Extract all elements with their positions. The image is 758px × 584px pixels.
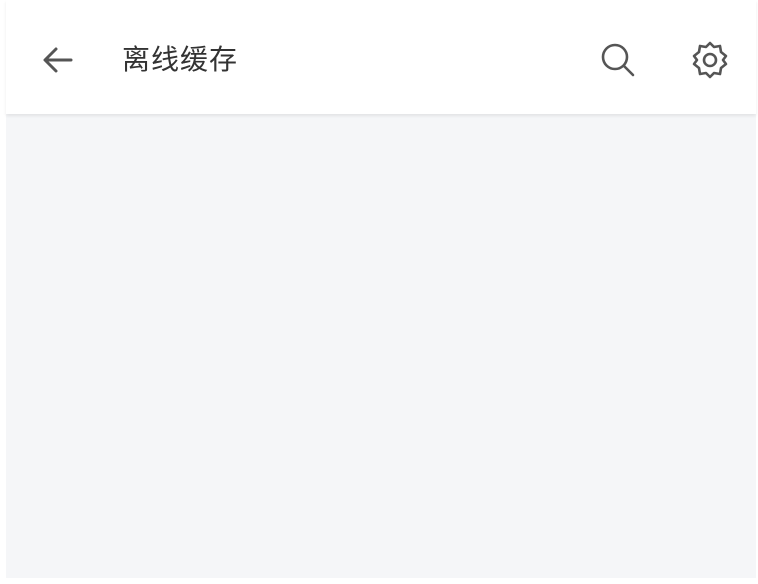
top-app-bar: 离线缓存 — [6, 0, 756, 114]
back-button[interactable] — [36, 38, 80, 82]
offline-cache-content — [6, 114, 756, 578]
settings-button[interactable] — [688, 38, 732, 82]
app-screen: 离线缓存 — [0, 0, 758, 584]
gear-icon — [690, 40, 730, 80]
page-title: 离线缓存 — [122, 43, 239, 76]
search-icon — [599, 41, 637, 79]
search-button[interactable] — [596, 38, 640, 82]
arrow-left-icon — [41, 43, 75, 77]
